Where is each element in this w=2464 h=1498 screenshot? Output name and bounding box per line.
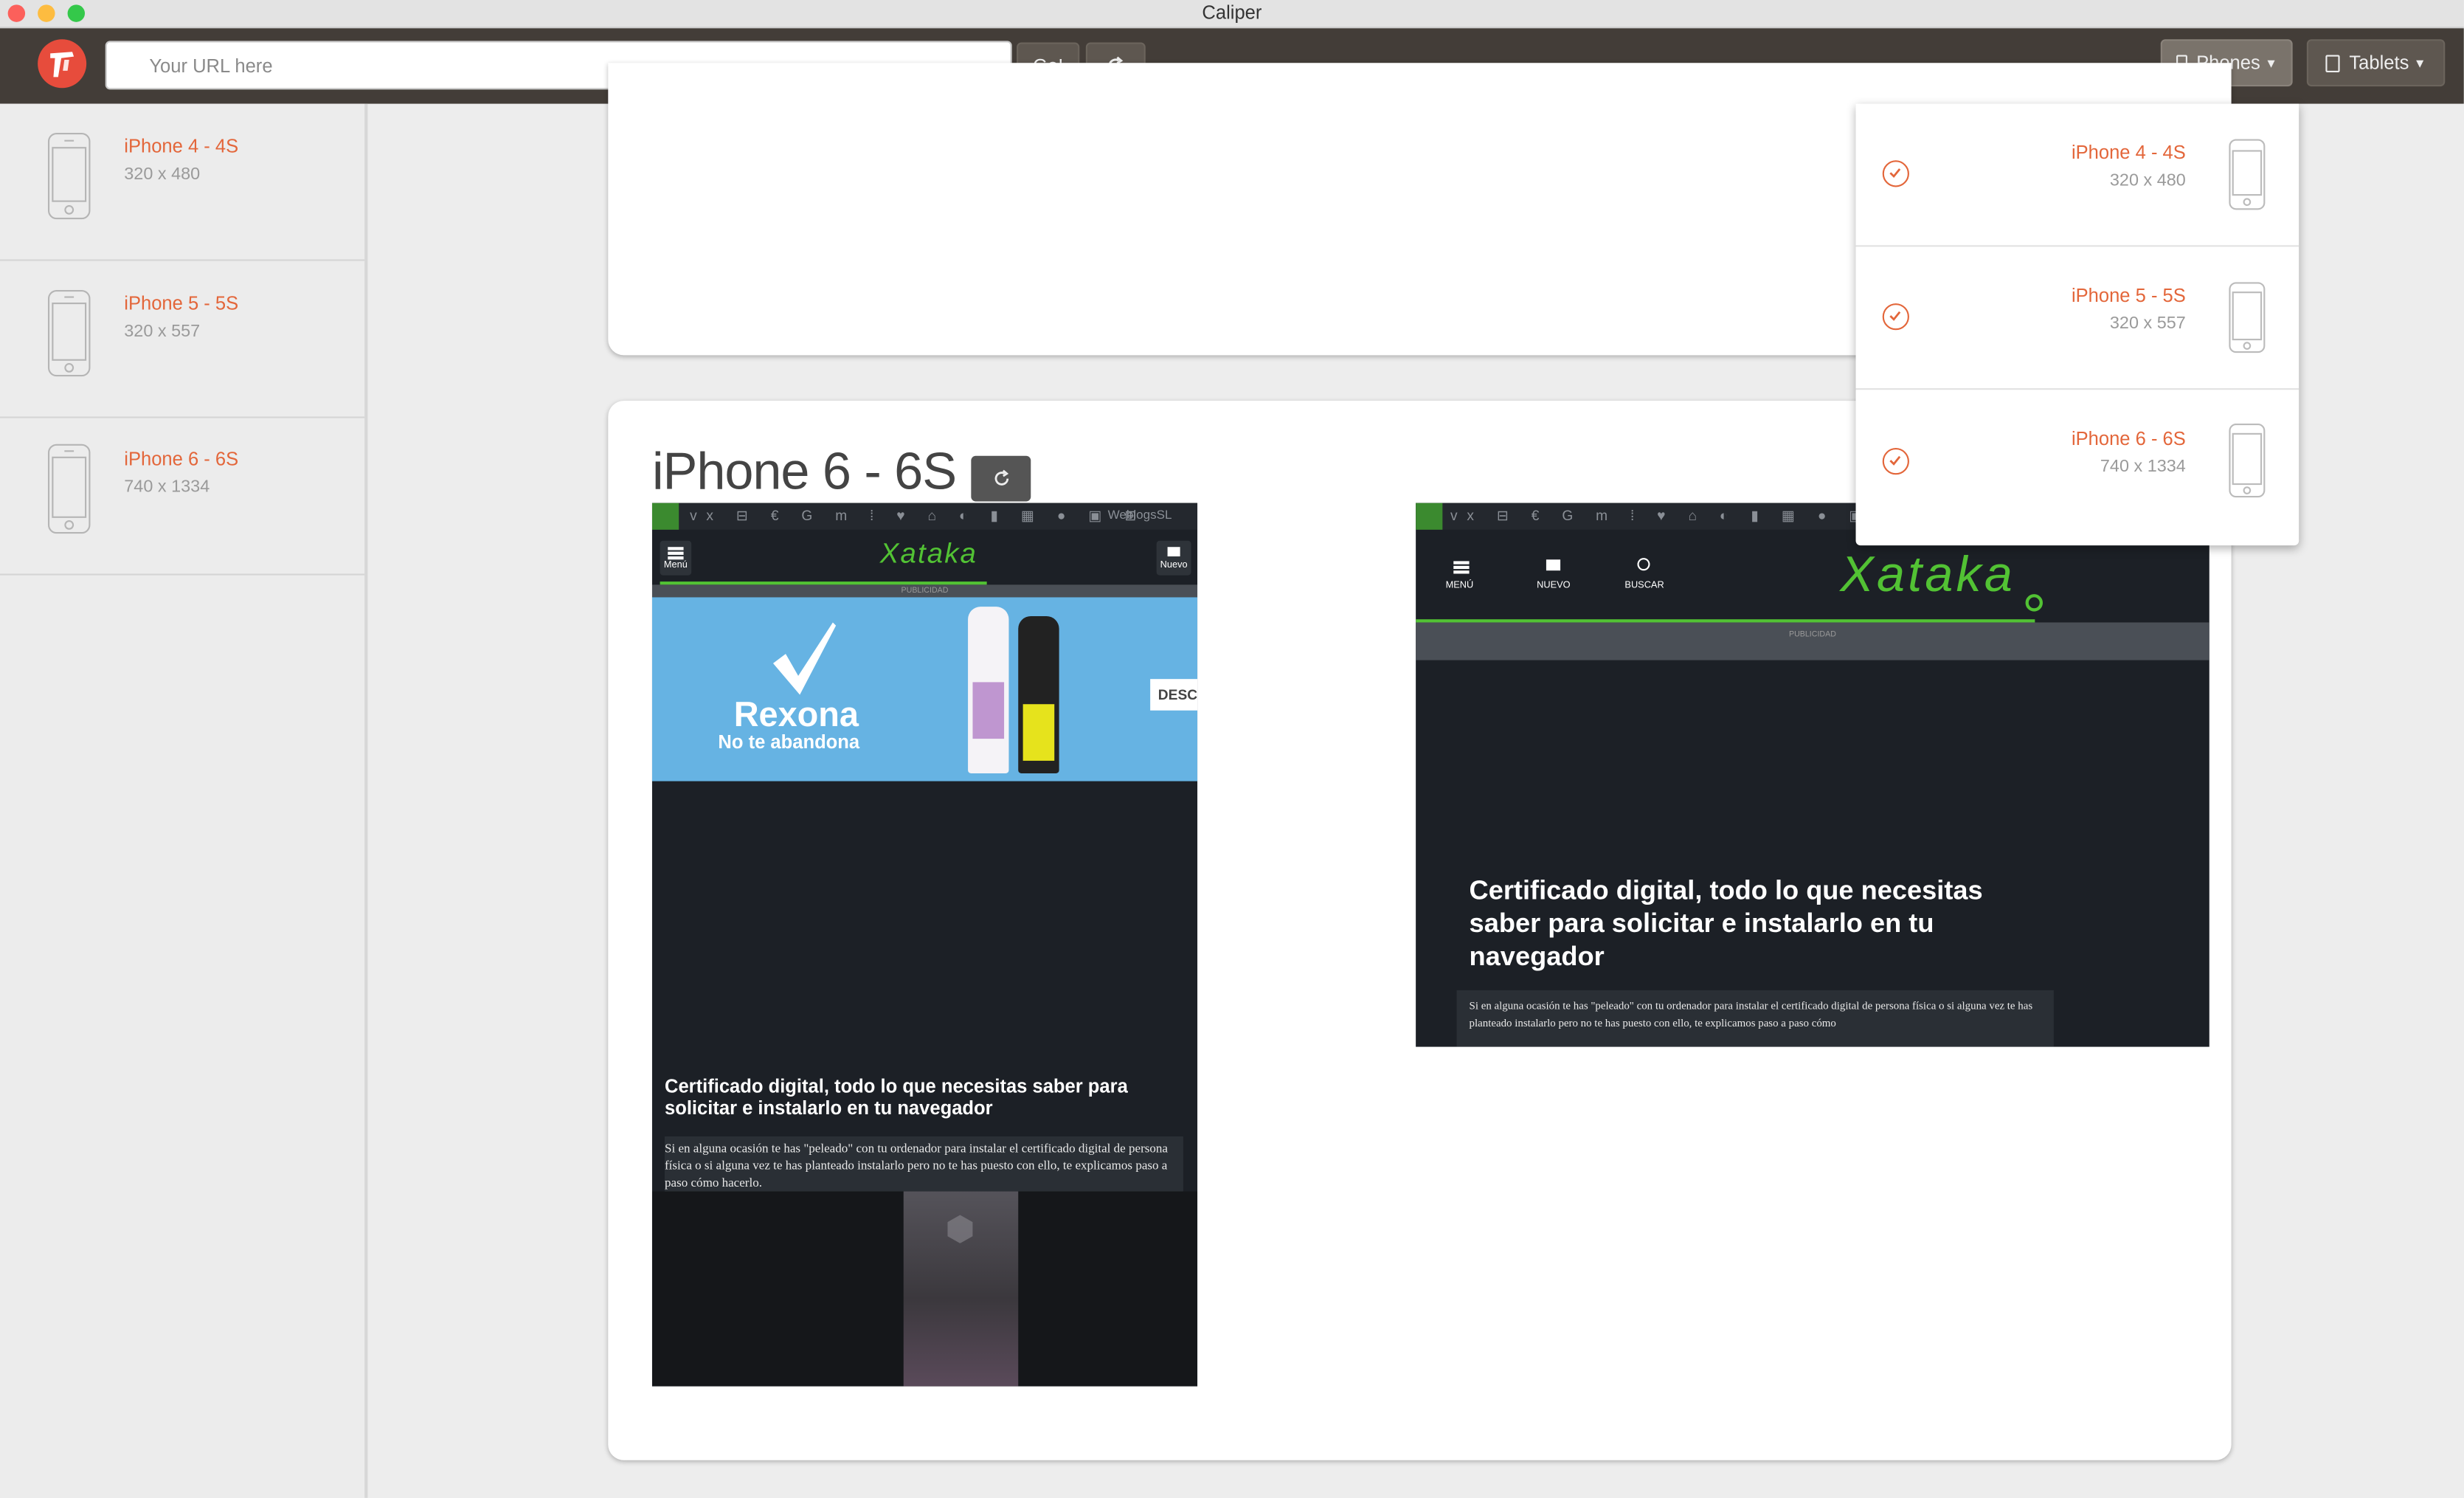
iphone-outline-icon xyxy=(2229,424,2266,498)
xataka-tab-icon xyxy=(651,503,679,530)
article-image[interactable] xyxy=(651,1191,1198,1387)
menu-label[interactable]: MENÚ xyxy=(1446,581,1474,591)
dropdown-item-iphone-4[interactable]: iPhone 4 - 4S 320 x 480 xyxy=(1855,104,2299,247)
article-excerpt: Si en alguna ocasión te has "peleado" co… xyxy=(664,1136,1183,1195)
xataka-logo: Xataka xyxy=(879,537,977,570)
sidebar-item-size: 320 x 480 xyxy=(124,165,201,184)
dropdown-item-size: 320 x 557 xyxy=(2109,314,2186,334)
new-icon xyxy=(1167,547,1180,557)
dropdown-item-name: iPhone 5 - 5S xyxy=(2071,284,2186,307)
network-icons: vx ⊟ € G m ⁞ ♥ ⌂ ◐ ▮ ▦ ● ▣ ⊞ xyxy=(690,507,1146,524)
caliper-logo xyxy=(38,39,87,89)
ad-tagline: No te abandona xyxy=(718,731,860,753)
xataka-tab-icon xyxy=(1416,503,1443,530)
network-icon-strip: vx ⊟ € G m ⁞ ♥ ⌂ ◐ ▮ ▦ ● ▣ ⊞ WeblogsSL xyxy=(651,503,1198,530)
iphone-outline-icon xyxy=(2229,282,2266,353)
iphone-outline-icon xyxy=(47,443,91,534)
dropdown-item-name: iPhone 4 - 4S xyxy=(2071,141,2186,164)
nuevo-button[interactable]: Nuevo xyxy=(1156,540,1191,576)
panel-reload-button[interactable] xyxy=(971,455,1031,502)
caliper-logo-icon xyxy=(50,52,75,77)
refresh-icon xyxy=(994,469,1008,486)
article-headline[interactable]: Certificado digital, todo lo que necesit… xyxy=(665,1075,1168,1119)
search-icon xyxy=(1637,558,1650,571)
ad-label: PUBLICIDAD xyxy=(901,586,949,596)
logo-circuit-line xyxy=(660,581,987,584)
iphone-outline-icon xyxy=(2229,139,2266,210)
hamburger-icon xyxy=(668,547,684,550)
dropdown-item-iphone-5[interactable]: iPhone 5 - 5S 320 x 557 xyxy=(1855,246,2299,390)
article-headline[interactable]: Certificado digital, todo lo que necesit… xyxy=(1470,874,2051,973)
sidebar-item-iphone-6[interactable]: iPhone 6 - 6S 740 x 1334 xyxy=(0,418,365,576)
nuevo-label: Nuevo xyxy=(1160,561,1188,571)
sidebar-item-name: iPhone 5 - 5S xyxy=(124,292,239,315)
dropdown-item-iphone-6[interactable]: iPhone 6 - 6S 740 x 1334 xyxy=(1856,390,2299,531)
iphone-outline-icon xyxy=(47,132,91,220)
circuit-node xyxy=(2025,594,2043,612)
tablets-dropdown-button[interactable]: Tablets ▼ xyxy=(2306,39,2446,87)
ad-cta-button[interactable]: DESC xyxy=(1150,679,1198,711)
can-label-2 xyxy=(1022,704,1055,761)
ad-brand: Rexona xyxy=(733,694,859,734)
menu-button[interactable]: Menú xyxy=(660,540,692,576)
article-excerpt: Si en alguna ocasión te has "peleado" co… xyxy=(1456,990,2054,1047)
caret-down-icon: ▼ xyxy=(2265,55,2278,70)
title-bar: Caliper xyxy=(0,0,2464,29)
product-can-1 xyxy=(968,607,1009,773)
product-can-2 xyxy=(1018,615,1059,773)
landscape-preview[interactable]: vx ⊟ € G m ⁞ ♥ ⌂ ◐ ▮ ▦ ● ▣ ⊞ ⁘ D MENÚ NU… xyxy=(1416,503,2209,1047)
dropdown-item-size: 740 x 1334 xyxy=(2100,457,2186,477)
hamburger-icon xyxy=(1453,561,1470,564)
sidebar-item-name: iPhone 4 - 4S xyxy=(124,135,239,158)
weblogs-badge: WeblogsSL xyxy=(1107,507,1172,522)
xataka-logo: Xataka xyxy=(1840,545,2015,602)
dropdown-item-name: iPhone 6 - 6S xyxy=(2071,427,2186,450)
sidebar-item-iphone-5[interactable]: iPhone 5 - 5S 320 x 557 xyxy=(0,261,365,418)
sidebar-item-name: iPhone 6 - 6S xyxy=(124,448,239,470)
new-icon xyxy=(1546,559,1561,571)
tablet-icon xyxy=(2325,54,2340,72)
sidebar-item-iphone-4[interactable]: iPhone 4 - 4S 320 x 480 xyxy=(0,104,365,261)
tablets-label: Tablets xyxy=(2349,52,2409,75)
caret-down-icon: ▼ xyxy=(2413,55,2426,70)
can-label-1 xyxy=(972,682,1005,739)
sidebar-item-size: 320 x 557 xyxy=(124,322,201,342)
phones-dropdown-menu: iPhone 4 - 4S 320 x 480 iPhone 5 - 5S 32… xyxy=(1855,103,2299,546)
ad-banner[interactable]: Rexona No te abandona DESC xyxy=(651,597,1198,781)
buscar-label[interactable]: BUSCAR xyxy=(1624,581,1664,591)
menu-label: Menú xyxy=(663,561,688,571)
dropdown-item-size: 320 x 480 xyxy=(2109,171,2186,190)
checkmark-logo-icon xyxy=(772,622,837,695)
ad-label: PUBLICIDAD xyxy=(1788,630,1836,640)
ad-label-bar: PUBLICIDAD xyxy=(651,584,1198,598)
device-panel-title: iPhone 6 - 6S xyxy=(651,441,957,500)
iphone-outline-icon xyxy=(47,289,91,377)
ad-label-bar: PUBLICIDAD xyxy=(1416,622,2209,660)
window-title: Caliper xyxy=(1202,1,1262,24)
sidebar-item-size: 740 x 1334 xyxy=(124,477,210,497)
nuevo-label[interactable]: NUEVO xyxy=(1537,581,1570,591)
portrait-preview[interactable]: vx ⊟ € G m ⁞ ♥ ⌂ ◐ ▮ ▦ ● ▣ ⊞ WeblogsSL M… xyxy=(651,503,1198,1387)
